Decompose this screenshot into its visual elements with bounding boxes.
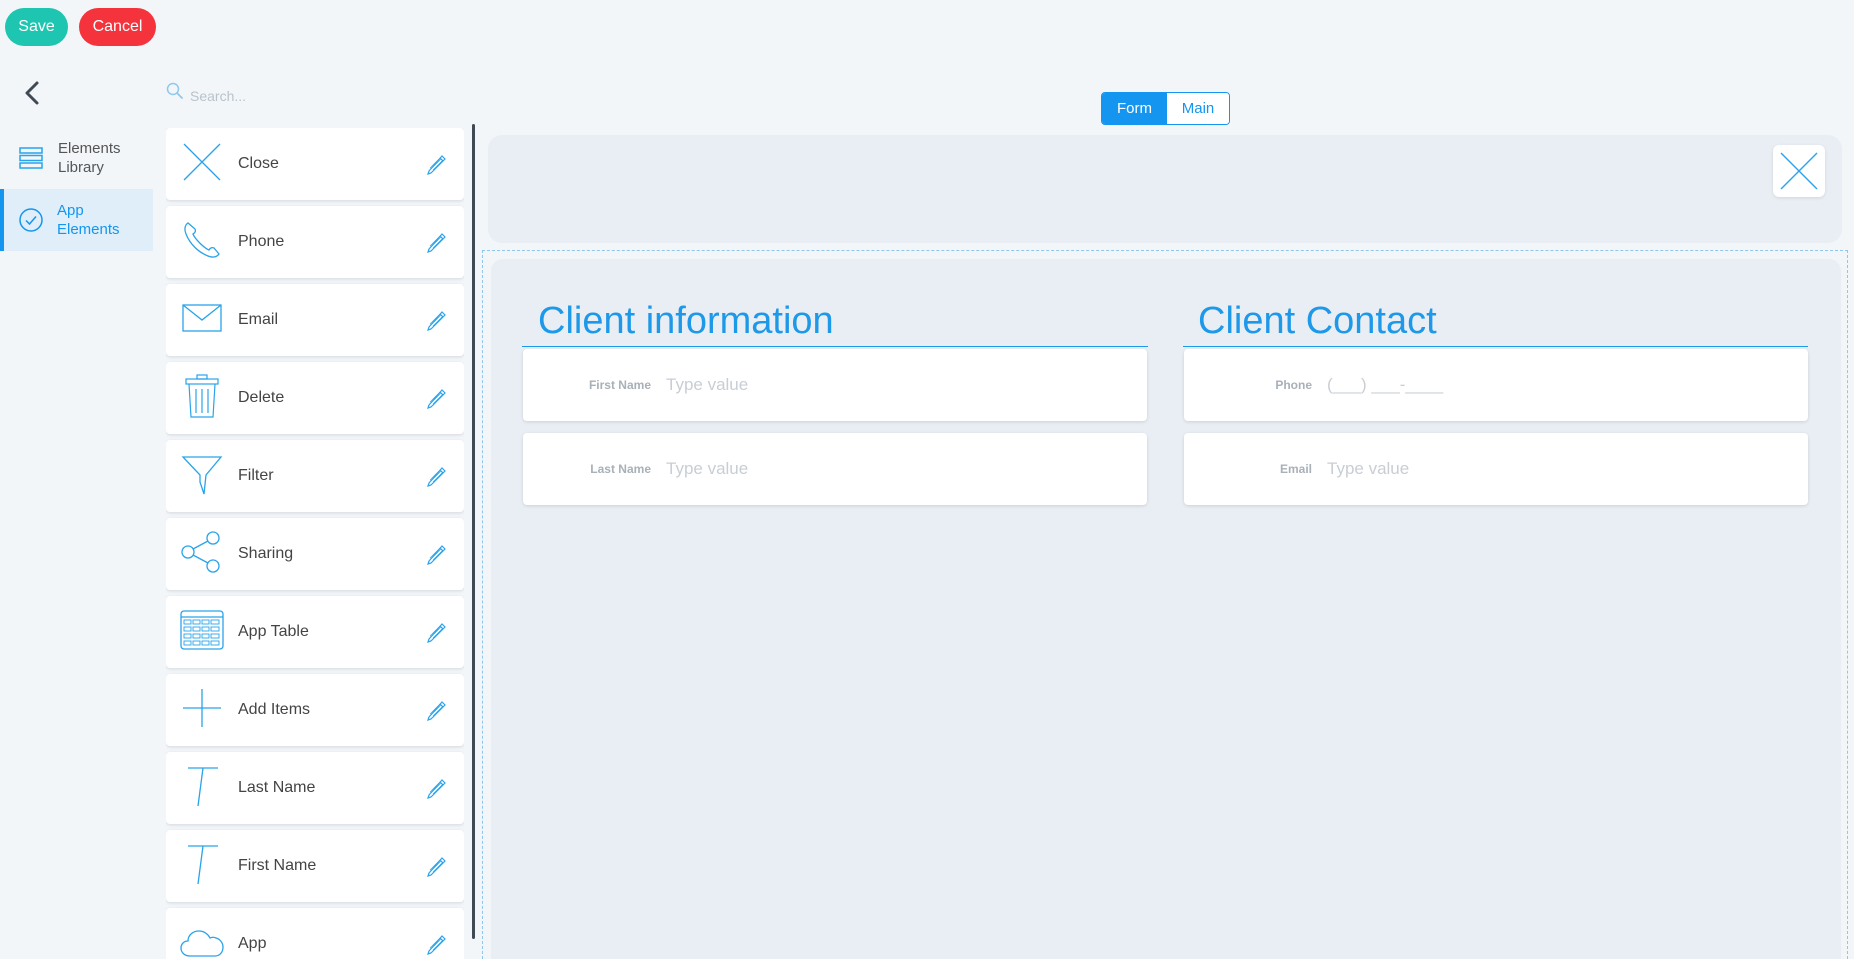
element-label: App (238, 935, 267, 952)
nav-item-label: App Elements (57, 202, 120, 238)
field-label: Last Name (590, 462, 651, 476)
field-label: Phone (1275, 378, 1312, 392)
elements-list: Close Phone Email Delete Filter Sharing … (166, 128, 464, 959)
plus-icon (183, 689, 221, 727)
phone-input[interactable] (1327, 371, 1777, 399)
element-card-close[interactable]: Close (166, 128, 464, 200)
element-label: Close (238, 155, 279, 172)
section-title-client-contact: Client Contact (1198, 300, 1437, 342)
funnel-icon (181, 456, 223, 495)
element-label: Email (238, 311, 279, 328)
header-drop-zone[interactable] (488, 135, 1842, 243)
pencil-icon[interactable] (424, 932, 448, 956)
field-first-name: First Name (523, 349, 1147, 421)
element-label: Filter (238, 467, 274, 484)
back-button[interactable] (20, 80, 46, 106)
search-input[interactable] (190, 84, 450, 108)
table-icon (180, 610, 224, 650)
nav-item-label: Elements Library (58, 140, 121, 176)
nav-item-elements-library[interactable]: Elements Library (0, 127, 153, 189)
element-label: Phone (238, 233, 285, 250)
pencil-icon[interactable] (424, 308, 448, 332)
save-button[interactable]: Save (5, 8, 68, 46)
trash-icon (185, 374, 219, 418)
section-title-client-information: Client information (538, 300, 834, 342)
element-card-email[interactable]: Email (166, 284, 464, 356)
element-label: Sharing (238, 545, 294, 562)
phone-icon (184, 222, 220, 258)
pencil-icon[interactable] (424, 386, 448, 410)
close-icon (183, 143, 221, 181)
element-card-delete[interactable]: Delete (166, 362, 464, 434)
field-label: First Name (588, 378, 651, 392)
first-name-input[interactable] (666, 371, 1116, 399)
field-email: Email (1184, 433, 1808, 505)
close-element[interactable] (1773, 145, 1825, 197)
share-icon (181, 531, 220, 573)
nav-item-app-elements[interactable]: App Elements (0, 189, 153, 251)
search-icon (166, 82, 184, 100)
element-card-phone[interactable]: Phone (166, 206, 464, 278)
element-label: Add Items (238, 701, 311, 718)
element-label: App Table (238, 623, 309, 640)
pencil-icon[interactable] (424, 854, 448, 878)
envelope-icon (182, 304, 222, 332)
check-circle-icon (19, 208, 43, 232)
pencil-icon[interactable] (424, 230, 448, 254)
pencil-icon[interactable] (424, 464, 448, 488)
element-card-filter[interactable]: Filter (166, 440, 464, 512)
field-phone: Phone (1184, 349, 1808, 421)
element-card-sharing[interactable]: Sharing (166, 518, 464, 590)
element-card-app-table[interactable]: App Table (166, 596, 464, 668)
pencil-icon[interactable] (424, 620, 448, 644)
pencil-icon[interactable] (424, 152, 448, 176)
element-card-add-items[interactable]: Add Items (166, 674, 464, 746)
tab-main[interactable]: Main (1167, 93, 1229, 124)
element-card-last-name[interactable]: Last Name (166, 752, 464, 824)
stack-icon (19, 147, 43, 169)
close-icon (1780, 152, 1818, 190)
tab-form[interactable]: Form (1102, 93, 1167, 124)
cancel-button[interactable]: Cancel (79, 8, 156, 46)
element-label: Delete (238, 389, 285, 406)
pencil-icon[interactable] (424, 542, 448, 566)
section-divider (522, 346, 1148, 347)
view-tabs: Form Main (1101, 92, 1230, 125)
text-icon (188, 767, 218, 807)
text-icon (188, 845, 218, 885)
element-label: Last Name (238, 779, 316, 796)
field-last-name: Last Name (523, 433, 1147, 505)
chevron-left-icon (25, 81, 39, 105)
section-divider (1183, 346, 1808, 347)
field-label: Email (1279, 462, 1312, 476)
elements-list-scrollbar[interactable] (472, 124, 475, 939)
email-input[interactable] (1327, 455, 1777, 483)
element-card-first-name[interactable]: First Name (166, 830, 464, 902)
last-name-input[interactable] (666, 455, 1116, 483)
element-label: First Name (238, 857, 317, 874)
pencil-icon[interactable] (424, 776, 448, 800)
cloud-icon (180, 930, 224, 957)
element-card-app[interactable]: App (166, 908, 464, 959)
pencil-icon[interactable] (424, 698, 448, 722)
